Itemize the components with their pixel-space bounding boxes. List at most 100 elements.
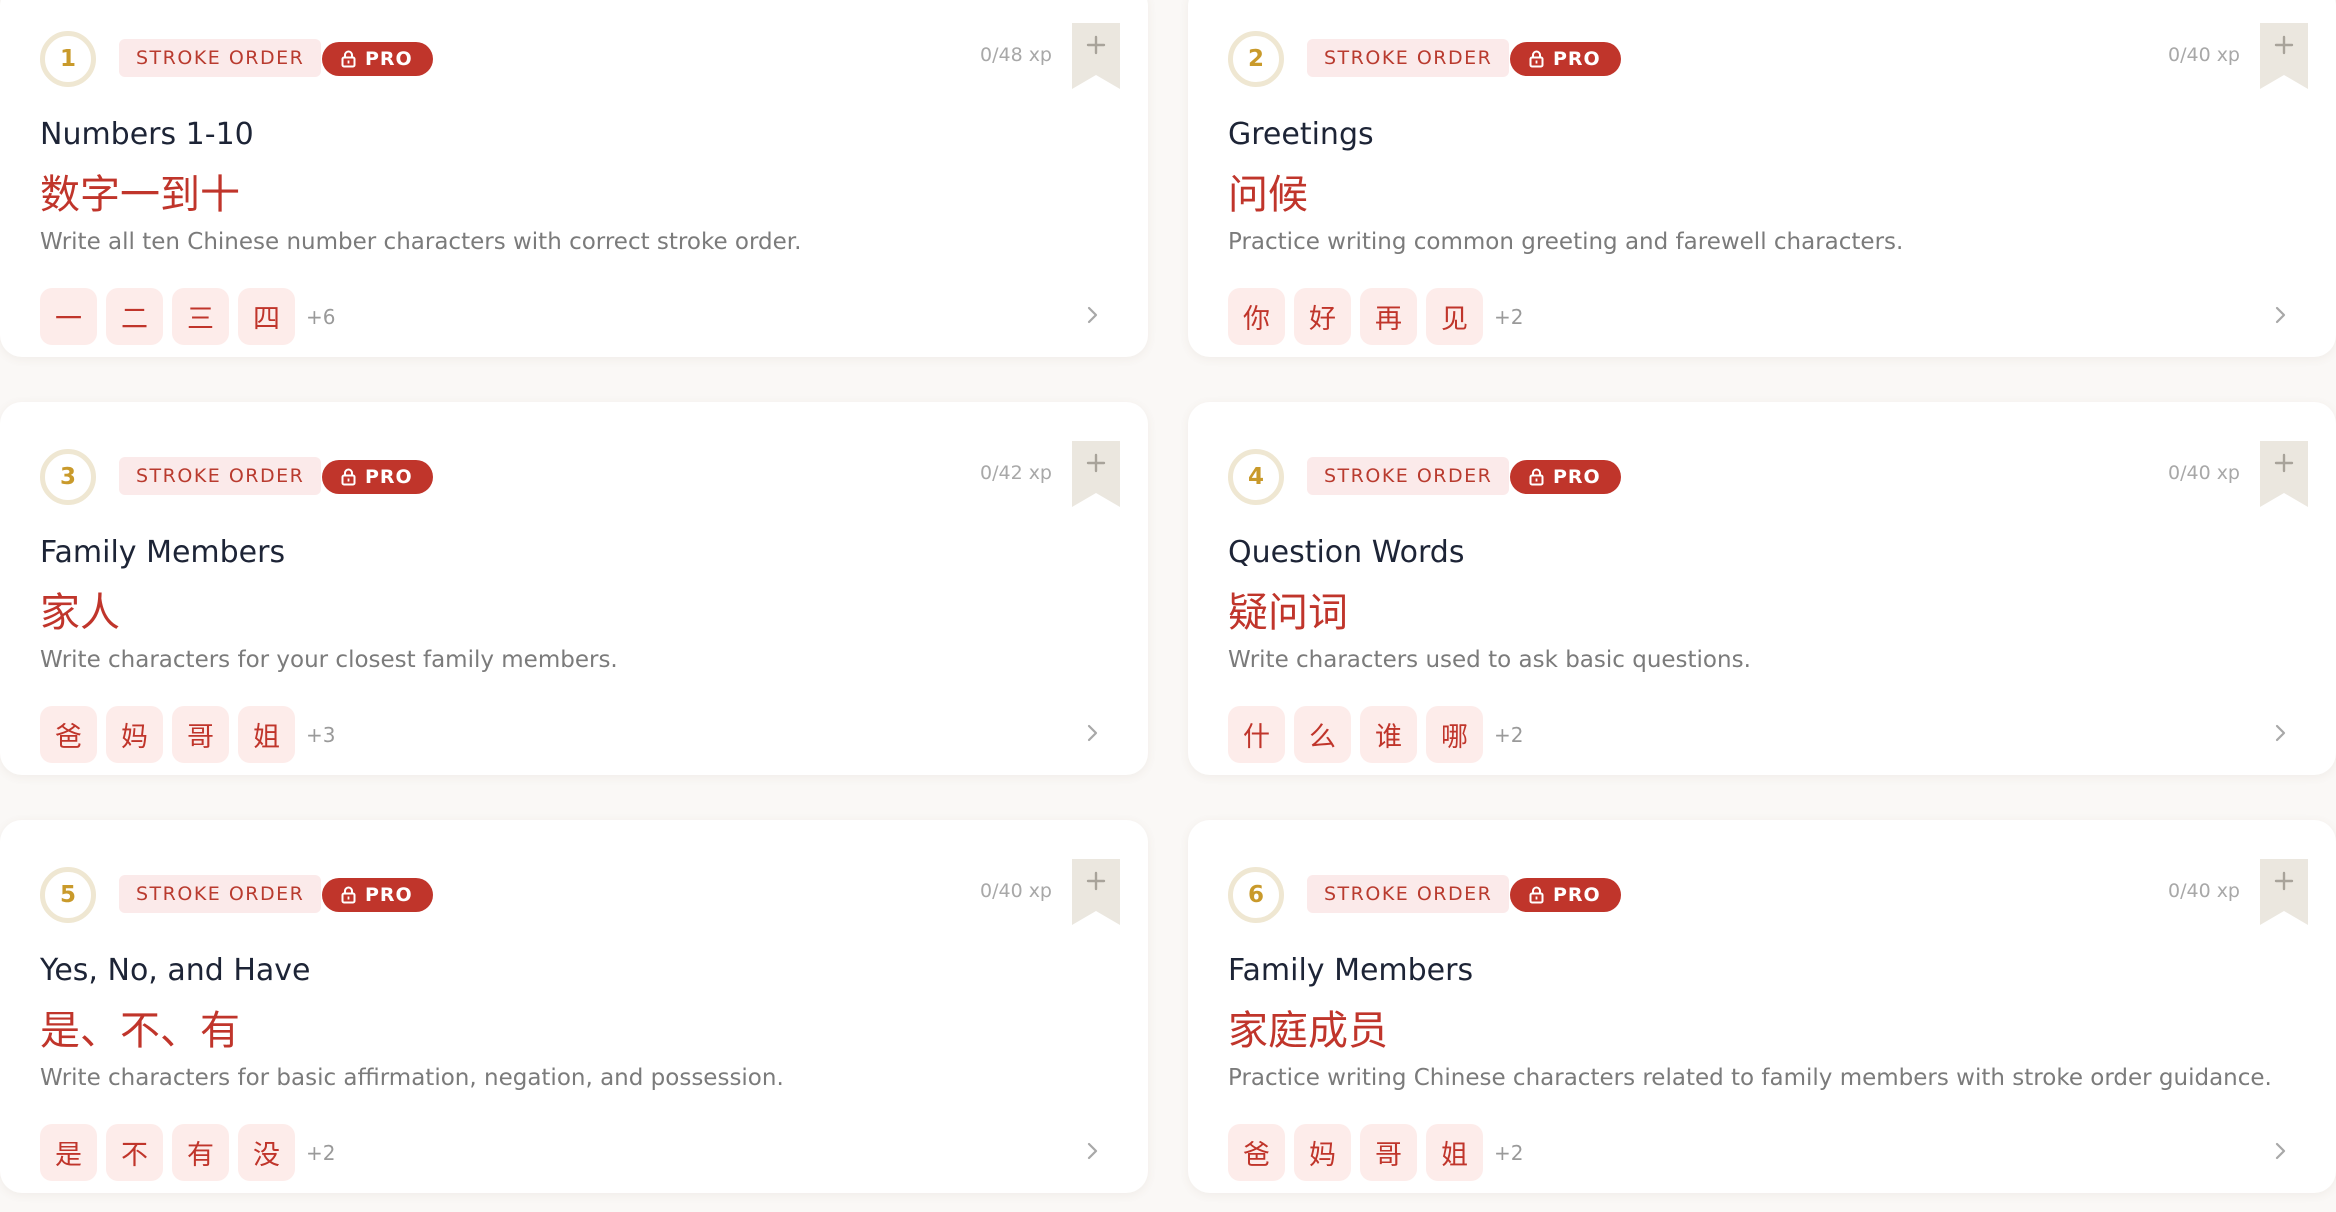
character-chip: 有 bbox=[172, 1124, 229, 1181]
chevron-right-icon[interactable] bbox=[2274, 722, 2288, 744]
lesson-hanzi-title: 疑问词 bbox=[1228, 590, 1348, 636]
lesson-type-tag: STROKE ORDER bbox=[1307, 39, 1510, 77]
character-chip: 四 bbox=[238, 288, 295, 345]
lesson-card[interactable]: 2 STROKE ORDER PRO 0/40 xp Greetings 问候 … bbox=[1188, 0, 2336, 357]
add-bookmark-button[interactable] bbox=[2260, 441, 2308, 507]
character-preview-list: 爸 妈 哥 姐 +3 bbox=[40, 706, 335, 763]
character-chip: 什 bbox=[1228, 706, 1285, 763]
lesson-card[interactable]: 1 STROKE ORDER PRO 0/48 xp Numbers 1-10 … bbox=[0, 0, 1148, 357]
character-chip: 是 bbox=[40, 1124, 97, 1181]
add-bookmark-button[interactable] bbox=[1072, 859, 1120, 925]
lesson-card[interactable]: 4 STROKE ORDER PRO 0/40 xp Question Word… bbox=[1188, 402, 2336, 775]
lesson-type-tag: STROKE ORDER bbox=[119, 457, 322, 495]
character-preview-list: 是 不 有 没 +2 bbox=[40, 1124, 335, 1181]
chevron-right-icon[interactable] bbox=[2274, 304, 2288, 326]
character-preview-list: 一 二 三 四 +6 bbox=[40, 288, 335, 345]
pro-badge-label: PRO bbox=[365, 466, 413, 488]
lock-icon bbox=[1529, 468, 1544, 486]
more-characters-count: +6 bbox=[306, 304, 336, 329]
lesson-type-tag: STROKE ORDER bbox=[119, 875, 322, 913]
more-characters-count: +2 bbox=[306, 1140, 336, 1165]
character-chip: 一 bbox=[40, 288, 97, 345]
xp-progress: 0/40 xp bbox=[2167, 462, 2240, 484]
lesson-hanzi-title: 问候 bbox=[1228, 172, 1308, 218]
character-chip: 见 bbox=[1426, 288, 1483, 345]
lesson-grid: 1 STROKE ORDER PRO 0/48 xp Numbers 1-10 … bbox=[0, 0, 2336, 1212]
lesson-type-tag: STROKE ORDER bbox=[119, 39, 322, 77]
pro-badge-label: PRO bbox=[1553, 884, 1601, 906]
character-chip: 爸 bbox=[1228, 1124, 1285, 1181]
lesson-description: Practice writing common greeting and far… bbox=[1228, 229, 1904, 255]
character-chip: 爸 bbox=[40, 706, 97, 763]
add-bookmark-button[interactable] bbox=[1072, 23, 1120, 89]
character-chip: 你 bbox=[1228, 288, 1285, 345]
add-bookmark-button[interactable] bbox=[1072, 441, 1120, 507]
lesson-card[interactable]: 3 STROKE ORDER PRO 0/42 xp Family Member… bbox=[0, 402, 1148, 775]
xp-progress: 0/42 xp bbox=[979, 462, 1052, 484]
character-chip: 么 bbox=[1294, 706, 1351, 763]
lesson-description: Write characters for basic affirmation, … bbox=[40, 1065, 784, 1091]
lesson-description: Write all ten Chinese number characters … bbox=[40, 229, 802, 255]
pro-badge: PRO bbox=[1510, 878, 1621, 912]
add-bookmark-button[interactable] bbox=[2260, 23, 2308, 89]
lock-icon bbox=[1529, 50, 1544, 68]
pro-badge-label: PRO bbox=[365, 48, 413, 70]
lesson-hanzi-title: 是、不、有 bbox=[40, 1008, 240, 1054]
chevron-right-icon[interactable] bbox=[2274, 1140, 2288, 1162]
lesson-number: 5 bbox=[40, 867, 96, 923]
lesson-number: 2 bbox=[1228, 31, 1284, 87]
character-chip: 哥 bbox=[172, 706, 229, 763]
lesson-type-tag: STROKE ORDER bbox=[1307, 875, 1510, 913]
lesson-card[interactable]: 5 STROKE ORDER PRO 0/40 xp Yes, No, and … bbox=[0, 820, 1148, 1193]
character-preview-list: 你 好 再 见 +2 bbox=[1228, 288, 1523, 345]
character-chip: 再 bbox=[1360, 288, 1417, 345]
character-chip: 好 bbox=[1294, 288, 1351, 345]
more-characters-count: +2 bbox=[1494, 304, 1524, 329]
more-characters-count: +2 bbox=[1494, 1140, 1524, 1165]
lock-icon bbox=[341, 50, 356, 68]
lesson-hanzi-title: 数字一到十 bbox=[40, 172, 240, 218]
chevron-right-icon[interactable] bbox=[1086, 1140, 1100, 1162]
more-characters-count: +2 bbox=[1494, 722, 1524, 747]
lock-icon bbox=[341, 468, 356, 486]
lesson-description: Write characters used to ask basic quest… bbox=[1228, 647, 1751, 673]
pro-badge: PRO bbox=[322, 460, 433, 494]
lesson-number: 3 bbox=[40, 449, 96, 505]
pro-badge-label: PRO bbox=[1553, 48, 1601, 70]
xp-progress: 0/48 xp bbox=[979, 44, 1052, 66]
lesson-card[interactable]: 6 STROKE ORDER PRO 0/40 xp Family Member… bbox=[1188, 820, 2336, 1193]
character-preview-list: 什 么 谁 哪 +2 bbox=[1228, 706, 1523, 763]
chevron-right-icon[interactable] bbox=[1086, 722, 1100, 744]
lock-icon bbox=[1529, 886, 1544, 904]
character-chip: 不 bbox=[106, 1124, 163, 1181]
xp-progress: 0/40 xp bbox=[2167, 880, 2240, 902]
lesson-title: Family Members bbox=[1228, 953, 1474, 988]
lesson-title: Family Members bbox=[40, 535, 286, 570]
pro-badge: PRO bbox=[1510, 42, 1621, 76]
character-chip: 哪 bbox=[1426, 706, 1483, 763]
xp-progress: 0/40 xp bbox=[979, 880, 1052, 902]
chevron-right-icon[interactable] bbox=[1086, 304, 1100, 326]
lesson-description: Practice writing Chinese characters rela… bbox=[1228, 1065, 2272, 1091]
character-chip: 二 bbox=[106, 288, 163, 345]
character-chip: 没 bbox=[238, 1124, 295, 1181]
pro-badge: PRO bbox=[322, 42, 433, 76]
lesson-title: Greetings bbox=[1228, 117, 1374, 152]
more-characters-count: +3 bbox=[306, 722, 336, 747]
lesson-title: Yes, No, and Have bbox=[40, 953, 311, 988]
character-preview-list: 爸 妈 哥 姐 +2 bbox=[1228, 1124, 1523, 1181]
lesson-number: 4 bbox=[1228, 449, 1284, 505]
pro-badge-label: PRO bbox=[365, 884, 413, 906]
lock-icon bbox=[341, 886, 356, 904]
xp-progress: 0/40 xp bbox=[2167, 44, 2240, 66]
lesson-title: Numbers 1-10 bbox=[40, 117, 254, 152]
pro-badge: PRO bbox=[1510, 460, 1621, 494]
lesson-hanzi-title: 家庭成员 bbox=[1228, 1008, 1388, 1054]
lesson-hanzi-title: 家人 bbox=[40, 590, 120, 636]
lesson-type-tag: STROKE ORDER bbox=[1307, 457, 1510, 495]
pro-badge: PRO bbox=[322, 878, 433, 912]
lesson-number: 1 bbox=[40, 31, 96, 87]
pro-badge-label: PRO bbox=[1553, 466, 1601, 488]
character-chip: 哥 bbox=[1360, 1124, 1417, 1181]
add-bookmark-button[interactable] bbox=[2260, 859, 2308, 925]
